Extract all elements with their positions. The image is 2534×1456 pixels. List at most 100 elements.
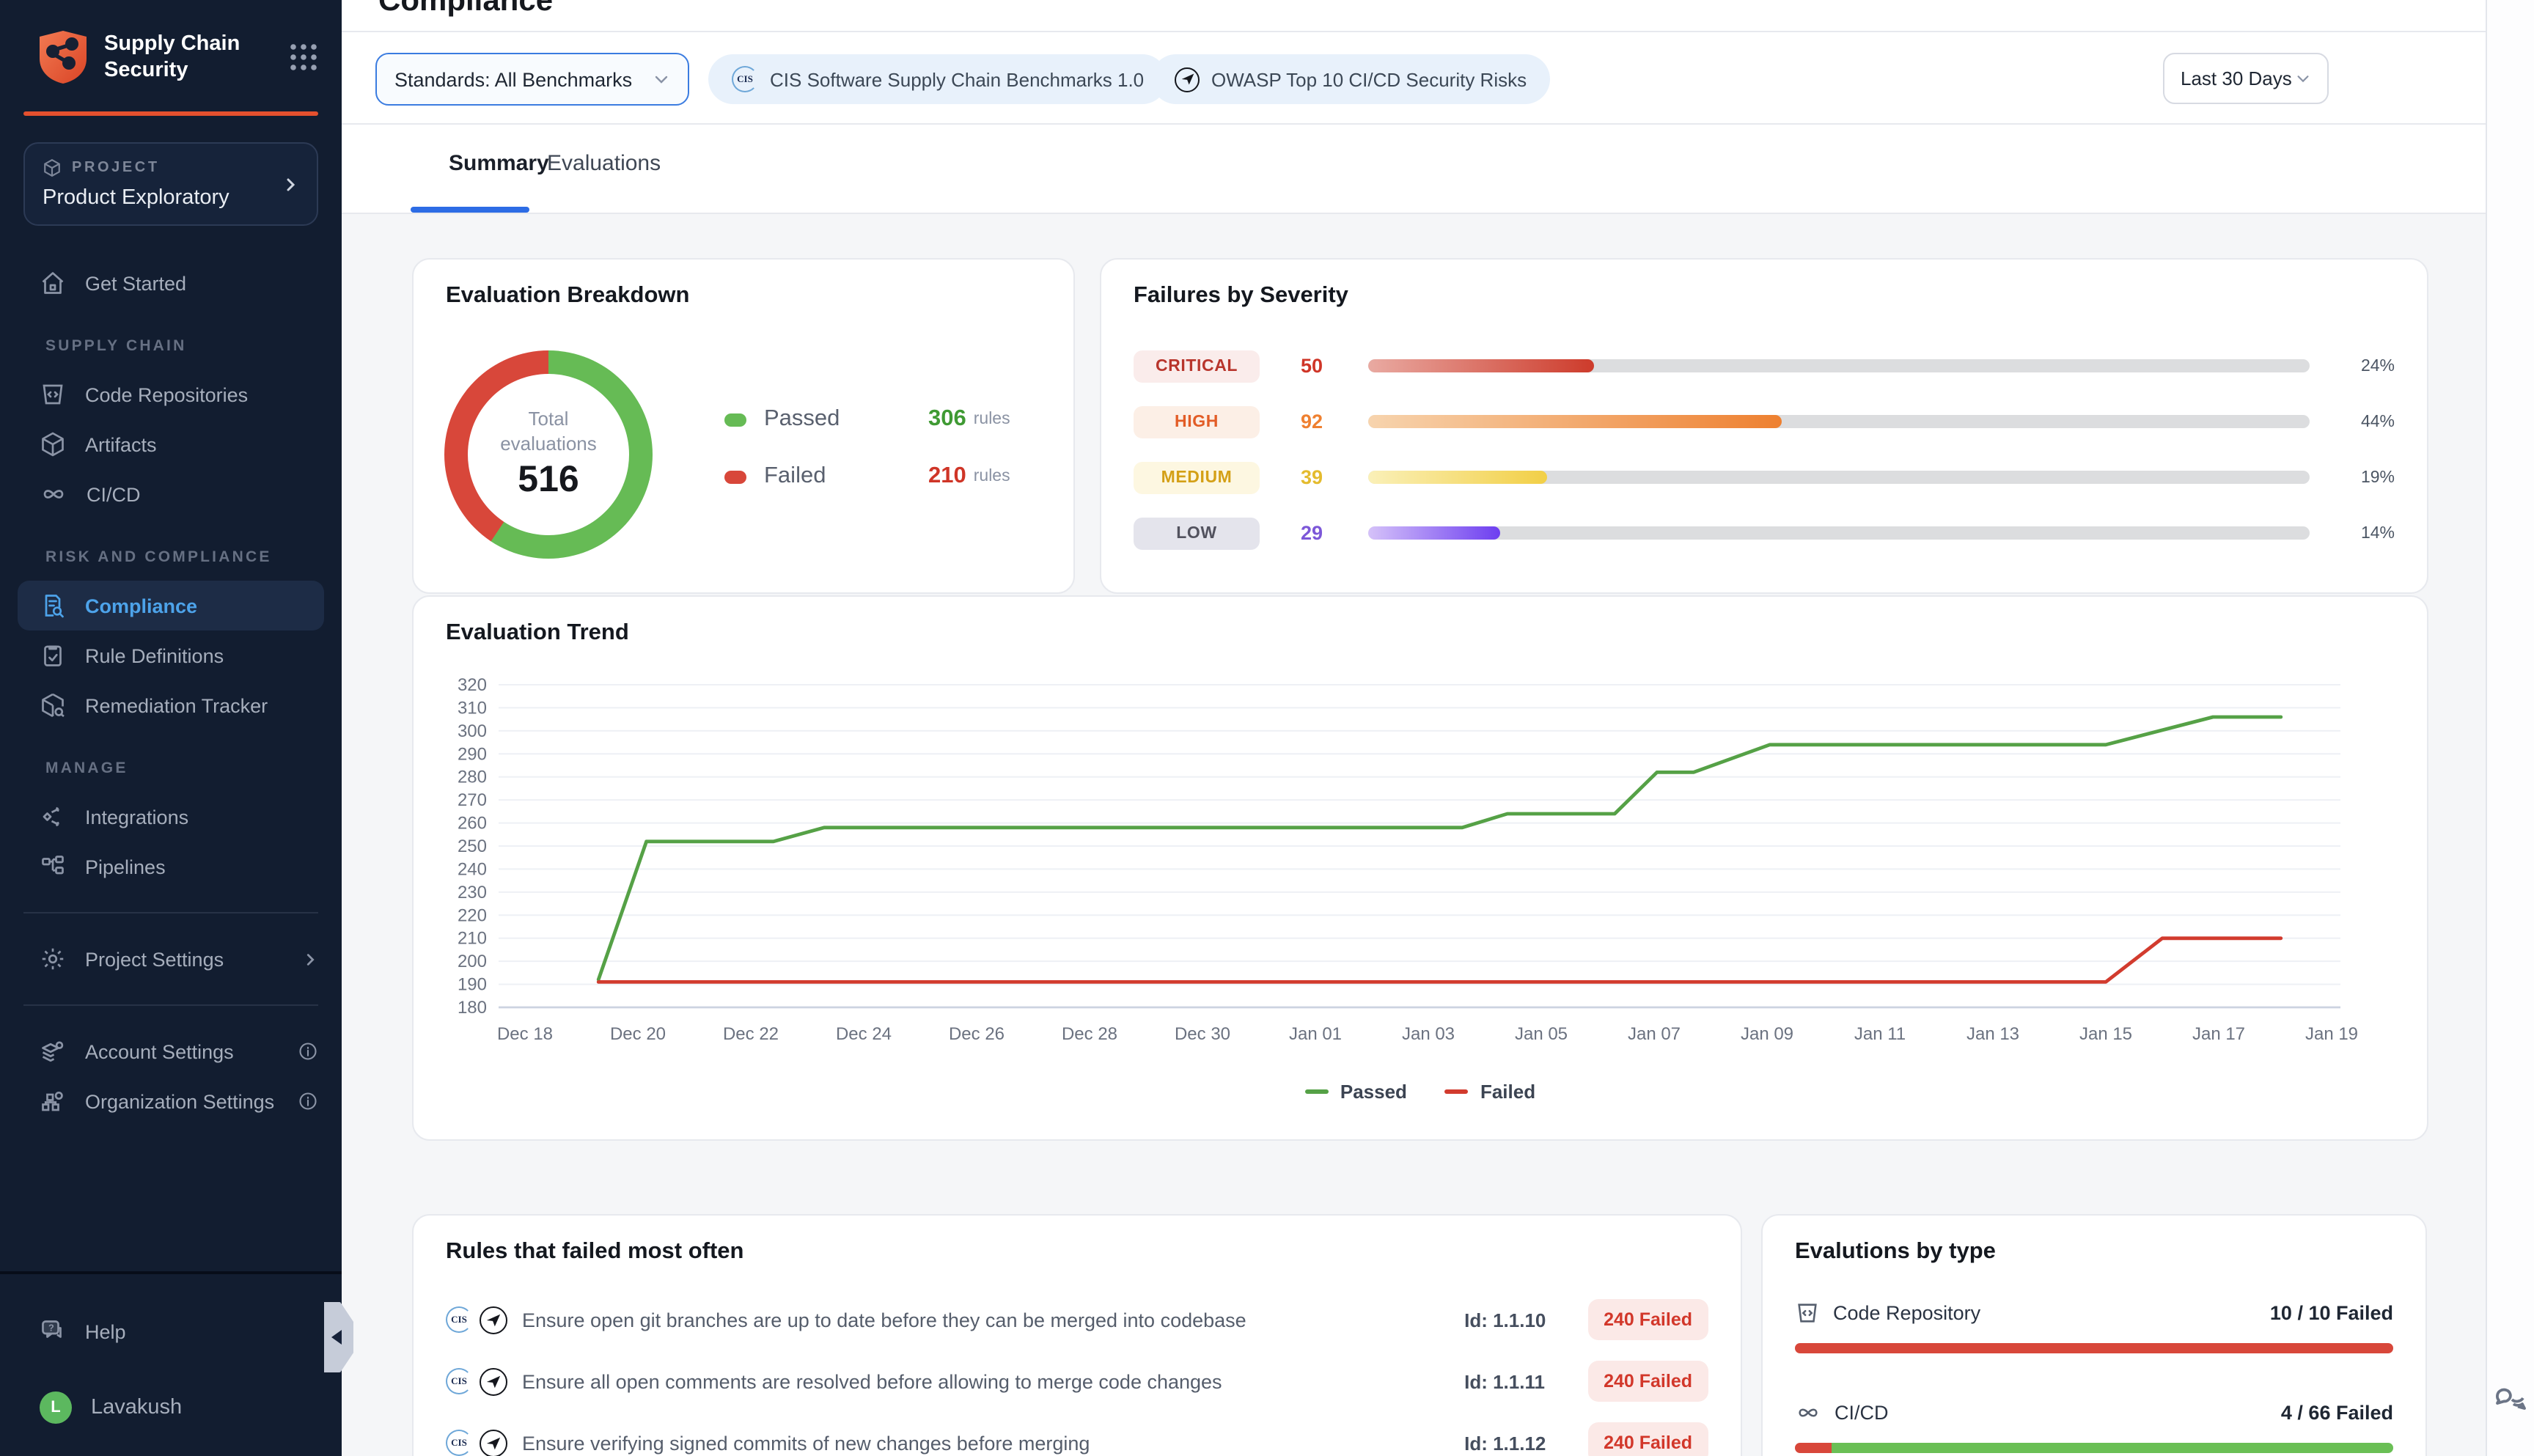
nav-section-supply-chain: SUPPLY CHAIN [0, 337, 342, 355]
tab-evaluations[interactable]: Evaluations [547, 151, 661, 176]
gear-icon [40, 946, 66, 972]
severity-row-medium: MEDIUM3919% [1134, 459, 2395, 496]
rule-text: Ensure open git branches are up to date … [522, 1309, 1464, 1331]
home-icon [40, 270, 66, 296]
sidebar-item-cicd[interactable]: CI/CD [0, 469, 342, 519]
rule-text: Ensure all open comments are resolved be… [522, 1370, 1464, 1392]
infinity-icon [1795, 1400, 1821, 1425]
date-range-value: Last 30 Days [2181, 67, 2292, 89]
cis-logo-icon: CIS [446, 1306, 472, 1333]
sidebar-item-label: Pipelines [85, 856, 166, 878]
sidebar: Supply Chain Security PROJECT Product Ex… [0, 0, 342, 1456]
page-title: Compliance [378, 0, 553, 19]
sidebar-item-label: Rule Definitions [85, 644, 224, 666]
svg-text:320: 320 [458, 675, 487, 695]
donut-total-value: 516 [518, 460, 579, 502]
svg-text:Jan 17: Jan 17 [2192, 1024, 2245, 1044]
standards-filter-dropdown[interactable]: Standards: All Benchmarks [375, 53, 689, 106]
card-title: Failures by Severity [1134, 283, 2395, 309]
sidebar-item-label: Get Started [85, 272, 186, 294]
type-bar-cicd [1795, 1443, 2393, 1453]
sidebar-item-help[interactable]: ? Help [0, 1306, 342, 1356]
severity-bar-fill [1368, 471, 1547, 484]
svg-text:Jan 05: Jan 05 [1515, 1024, 1568, 1044]
project-label: PROJECT [72, 160, 160, 176]
severity-row-high: HIGH9244% [1134, 403, 2395, 440]
svg-text:?: ? [48, 1322, 54, 1333]
failed-rule-row[interactable]: CISEnsure verifying signed commits of ne… [446, 1424, 1708, 1456]
severity-bar-track [1368, 471, 2310, 484]
legend-label: Passed [764, 406, 878, 433]
project-name: Product Exploratory [43, 186, 299, 210]
tab-summary[interactable]: Summary [449, 151, 549, 176]
sidebar-item-rule-definitions[interactable]: Rule Definitions [0, 630, 342, 680]
filter-chip-owasp[interactable]: OWASP Top 10 CI/CD Security Risks [1151, 54, 1550, 104]
sidebar-item-account-settings[interactable]: Account Settings [0, 1026, 342, 1076]
svg-text:Jan 13: Jan 13 [1966, 1024, 2019, 1044]
sidebar-item-pipelines[interactable]: Pipelines [0, 842, 342, 891]
code-bucket-icon [1795, 1301, 1820, 1326]
owasp-logo-icon [480, 1367, 507, 1395]
svg-text:Dec 26: Dec 26 [949, 1024, 1005, 1044]
user-avatar: L [40, 1391, 72, 1424]
sidebar-divider [23, 1004, 318, 1006]
info-icon[interactable] [298, 1091, 318, 1111]
svg-text:210: 210 [458, 929, 487, 949]
trend-line-chart: 3203103002902802702602502402302202102001… [414, 597, 2427, 1066]
svg-text:Dec 28: Dec 28 [1062, 1024, 1117, 1044]
sidebar-item-label: Organization Settings [85, 1090, 274, 1112]
apps-grid-icon[interactable] [289, 43, 318, 72]
legend-label: Failed [764, 463, 878, 490]
failed-rules-card: Rules that failed most often CISEnsure o… [412, 1214, 1742, 1456]
sidebar-item-organization-settings[interactable]: Organization Settings [0, 1076, 342, 1126]
severity-bar-track [1368, 415, 2310, 428]
box-icon [40, 431, 66, 457]
sidebar-item-label: Integrations [85, 806, 188, 828]
svg-text:Jan 19: Jan 19 [2305, 1024, 2358, 1044]
sidebar-item-integrations[interactable]: Integrations [0, 792, 342, 842]
severity-bar-fill [1368, 359, 1594, 372]
nav-section-risk-compliance: RISK AND COMPLIANCE [0, 548, 342, 566]
type-bar-code-repository [1795, 1343, 2393, 1353]
failed-rule-row[interactable]: CIS Ensure open git branches are up to da… [446, 1301, 1708, 1339]
filter-chip-label: OWASP Top 10 CI/CD Security Risks [1211, 68, 1527, 90]
sidebar-item-compliance[interactable]: Compliance [18, 581, 324, 630]
rule-text: Ensure verifying signed commits of new c… [522, 1432, 1464, 1454]
app-root: Supply Chain Security PROJECT Product Ex… [0, 0, 2534, 1456]
rule-id: Id: 1.1.12 [1464, 1432, 1570, 1454]
severity-row-critical: CRITICAL5024% [1134, 348, 2395, 384]
svg-text:Jan 11: Jan 11 [1854, 1024, 1906, 1044]
org-gear-icon [40, 1088, 66, 1114]
sidebar-item-code-repositories[interactable]: Code Repositories [0, 369, 342, 419]
pipelines-icon [40, 853, 66, 880]
svg-text:200: 200 [458, 952, 487, 971]
scrollbar-track[interactable] [2486, 0, 2534, 1456]
sidebar-item-project-settings[interactable]: Project Settings [0, 934, 342, 984]
legend-unit: rules [974, 468, 1010, 485]
sidebar-item-user[interactable]: L Lavakush [0, 1383, 342, 1433]
svg-text:280: 280 [458, 768, 487, 787]
rule-failed-badge: 240 Failed [1587, 1299, 1708, 1340]
owasp-logo-icon [1175, 67, 1200, 92]
sidebar-item-artifacts[interactable]: Artifacts [0, 419, 342, 469]
sidebar-item-remediation-tracker[interactable]: Remediation Tracker [0, 680, 342, 730]
severity-label: CRITICAL [1134, 350, 1260, 382]
failed-rule-row[interactable]: CISEnsure all open comments are resolved… [446, 1362, 1708, 1400]
sidebar-item-get-started[interactable]: Get Started [0, 258, 342, 308]
type-row-code-repository: Code Repository 10 / 10 Failed [1795, 1301, 2393, 1353]
filter-chip-cis[interactable]: CIS CIS Software Supply Chain Benchmarks… [708, 54, 1167, 104]
failures-by-severity-card: Failures by Severity CRITICAL5024% HIGH92… [1100, 258, 2428, 594]
sidebar-footer: ? Help L Lavakush [0, 1271, 342, 1456]
chat-bubble-icon[interactable] [2493, 1380, 2528, 1415]
svg-text:180: 180 [458, 998, 487, 1018]
layers-gear-icon [40, 1038, 66, 1065]
project-selector[interactable]: PROJECT Product Exploratory [23, 142, 318, 226]
date-range-dropdown[interactable]: Last 30 Days [2163, 53, 2329, 104]
info-icon[interactable] [298, 1041, 318, 1062]
svg-text:190: 190 [458, 975, 487, 995]
svg-text:230: 230 [458, 883, 487, 902]
svg-text:260: 260 [458, 814, 487, 834]
sidebar-item-label: Help [85, 1320, 126, 1342]
brand-divider [23, 111, 318, 116]
severity-percent: 19% [2345, 468, 2395, 486]
